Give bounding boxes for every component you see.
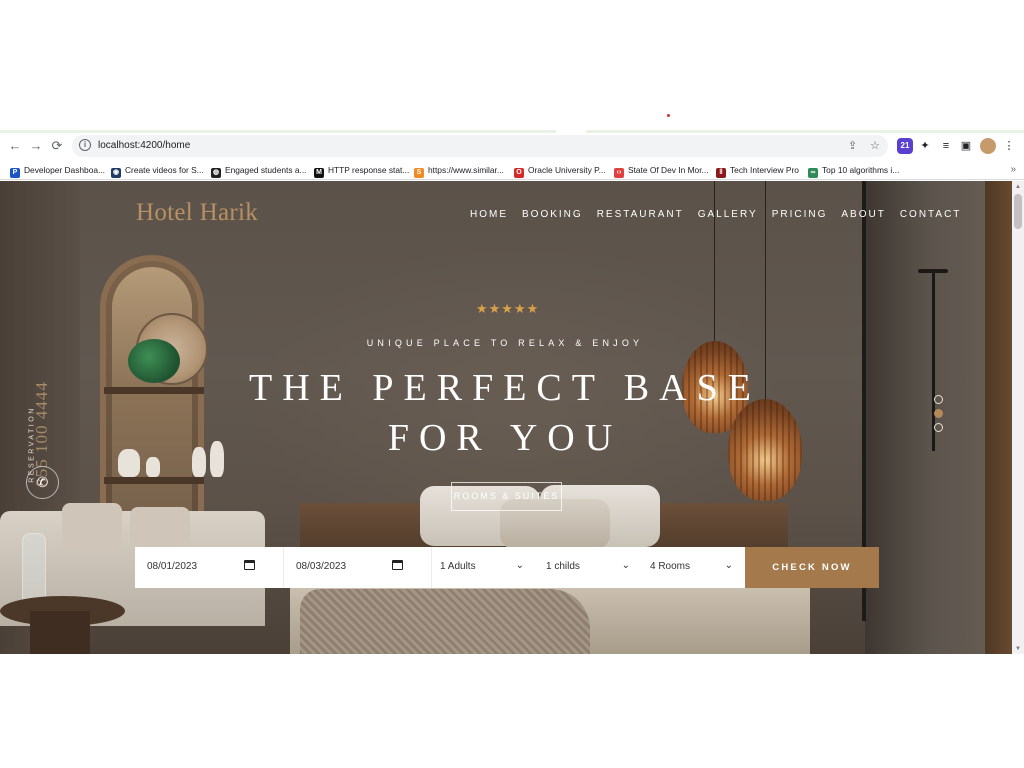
bookmark-label: Tech Interview Pro	[730, 165, 799, 175]
profile-avatar[interactable]	[980, 138, 996, 154]
bookmark-item[interactable]: O Oracle University P...	[514, 163, 606, 178]
forward-arrow-icon[interactable]: →	[27, 137, 45, 155]
bed-throw	[300, 589, 590, 654]
bookmark-label: State Of Dev In Mor...	[628, 165, 709, 175]
share-icon[interactable]: ⇪	[848, 139, 857, 153]
bookmark-label: https://www.similar...	[428, 165, 504, 175]
children-select-value[interactable]: 1 childs	[546, 560, 580, 574]
bookmark-item[interactable]: P Developer Dashboa...	[10, 163, 106, 178]
rooms-select-value[interactable]: 4 Rooms	[650, 560, 690, 574]
bookmark-label: Engaged students a...	[225, 165, 307, 175]
slider-dot[interactable]	[934, 423, 943, 432]
bookmark-item[interactable]: ‖ Tech Interview Pro	[716, 163, 799, 178]
hero-section: Hotel Harik HOME BOOKING RESTAURANT GALL…	[0, 181, 1024, 654]
bookmark-label: Top 10 algorithms i...	[822, 165, 900, 175]
screen-top-area	[0, 0, 1024, 131]
bookmark-star-icon[interactable]: ☆	[870, 139, 880, 153]
bookmark-label: Create videos for S...	[125, 165, 204, 175]
scroll-up-arrow-icon[interactable]: ▲	[1015, 184, 1021, 190]
scroll-down-arrow-icon[interactable]: ▼	[1015, 646, 1021, 652]
hero-headline: THE PERFECT BASE FOR YOU	[0, 363, 1010, 463]
bookmark-favicon-icon: ◍	[211, 168, 221, 178]
bookmark-label: HTTP response stat...	[328, 165, 410, 175]
children-select[interactable]: 1 childs ⌄	[536, 547, 642, 588]
slider-dot[interactable]	[934, 395, 943, 404]
chevron-down-icon[interactable]: ⌄	[622, 559, 630, 573]
extensions-puzzle-icon[interactable]: ✦	[917, 138, 933, 154]
calendar-icon[interactable]	[244, 560, 255, 570]
bookmark-favicon-icon: ‖	[716, 168, 726, 178]
page-scrollbar[interactable]: ▲ ▼	[1012, 181, 1024, 654]
bookmark-label: Developer Dashboa...	[24, 165, 106, 175]
check-now-button[interactable]: CHECK NOW	[745, 547, 879, 588]
chevron-down-icon[interactable]: ⌄	[516, 559, 524, 573]
bookmark-item[interactable]: ◉ Create videos for S...	[111, 163, 204, 178]
nav-gallery[interactable]: GALLERY	[698, 208, 758, 224]
cursor-dot	[667, 114, 670, 117]
nav-home[interactable]: HOME	[470, 208, 508, 224]
glass-bottle	[22, 533, 46, 603]
bookmarks-overflow-icon[interactable]: »	[1010, 163, 1016, 177]
extension-badge-icon[interactable]: 21	[897, 138, 913, 154]
bookmark-favicon-icon: ‹›	[614, 168, 624, 178]
address-url[interactable]: localhost:4200/home	[98, 139, 190, 153]
nav-about[interactable]: ABOUT	[841, 208, 885, 224]
lamp-cord	[714, 181, 715, 346]
hero-headline-line2: FOR YOU	[387, 417, 623, 459]
nav-contact[interactable]: CONTACT	[900, 208, 962, 224]
scrollbar-thumb[interactable]	[1014, 194, 1022, 229]
bookmark-label: Oracle University P...	[528, 165, 606, 175]
hero-headline-line1: THE PERFECT BASE	[249, 367, 761, 409]
nav-pricing[interactable]: PRICING	[772, 208, 828, 224]
side-panel-icon[interactable]: ▣	[958, 138, 974, 154]
star-rating: ★★★★★	[476, 301, 540, 316]
adults-select-value[interactable]: 1 Adults	[440, 560, 476, 574]
bookmark-item[interactable]: ‹› State Of Dev In Mor...	[614, 163, 709, 178]
browser-menu-icon[interactable]: ⋮	[1001, 138, 1017, 154]
bookmark-favicon-icon: ◉	[111, 168, 121, 178]
niche-shelf	[104, 477, 204, 484]
back-arrow-icon[interactable]: ←	[6, 137, 24, 155]
adults-select[interactable]: 1 Adults ⌄	[432, 547, 536, 588]
booking-form: 08/01/2023 08/03/2023 1 Adults ⌄ 1 child…	[135, 547, 879, 588]
shower-head	[918, 269, 948, 273]
bookmark-item[interactable]: Shttps://www.similar...	[414, 163, 504, 178]
rooms-select[interactable]: 4 Rooms ⌄	[642, 547, 745, 588]
bookmark-favicon-icon: S	[414, 168, 424, 178]
calendar-icon[interactable]	[392, 560, 403, 570]
slider-dot-active[interactable]	[934, 409, 943, 418]
check-in-date-value[interactable]: 08/01/2023	[147, 560, 197, 574]
bookmark-favicon-icon: M	[314, 168, 324, 178]
main-nav: HOME BOOKING RESTAURANT GALLERY PRICING …	[470, 208, 975, 224]
site-info-icon[interactable]: i	[79, 139, 91, 151]
phone-icon[interactable]: ✆	[26, 466, 59, 499]
address-bar[interactable]: i localhost:4200/home ⇪ ☆	[72, 135, 888, 157]
check-out-date-value[interactable]: 08/03/2023	[296, 560, 346, 574]
check-in-date-input[interactable]: 08/01/2023	[135, 547, 284, 588]
hero-subtitle: UNIQUE PLACE TO RELAX & ENJOY	[366, 338, 644, 348]
nav-booking[interactable]: BOOKING	[522, 208, 583, 224]
nav-restaurant[interactable]: RESTAURANT	[597, 208, 684, 224]
bookmark-item[interactable]: M HTTP response stat...	[314, 163, 410, 178]
site-logo[interactable]: Hotel Harik	[136, 199, 258, 227]
coffee-table-base	[30, 611, 90, 654]
bookmark-item[interactable]: ∞ Top 10 algorithms i...	[808, 163, 900, 178]
bookmark-favicon-icon: O	[514, 168, 524, 178]
browser-toolbar: ← → ⟳ i localhost:4200/home ⇪ ☆ 21 ✦ ≡ ▣…	[0, 133, 1024, 159]
slider-pagination	[934, 395, 944, 437]
bookmark-favicon-icon: ∞	[808, 168, 818, 178]
bookmarks-bar: P Developer Dashboa... ◉ Create videos for …	[0, 160, 1024, 180]
bookmark-item[interactable]: ◍ Engaged students a...	[211, 163, 307, 178]
check-out-date-input[interactable]: 08/03/2023	[284, 547, 432, 588]
sofa-cushion	[62, 503, 122, 551]
bookmark-favicon-icon: P	[10, 168, 20, 178]
reload-icon[interactable]: ⟳	[48, 137, 66, 155]
rooms-suites-button[interactable]: ROOMS & SUITES	[451, 482, 562, 511]
chevron-down-icon[interactable]: ⌄	[725, 559, 733, 573]
media-playlist-icon[interactable]: ≡	[938, 138, 954, 154]
sofa-cushion	[130, 507, 190, 551]
